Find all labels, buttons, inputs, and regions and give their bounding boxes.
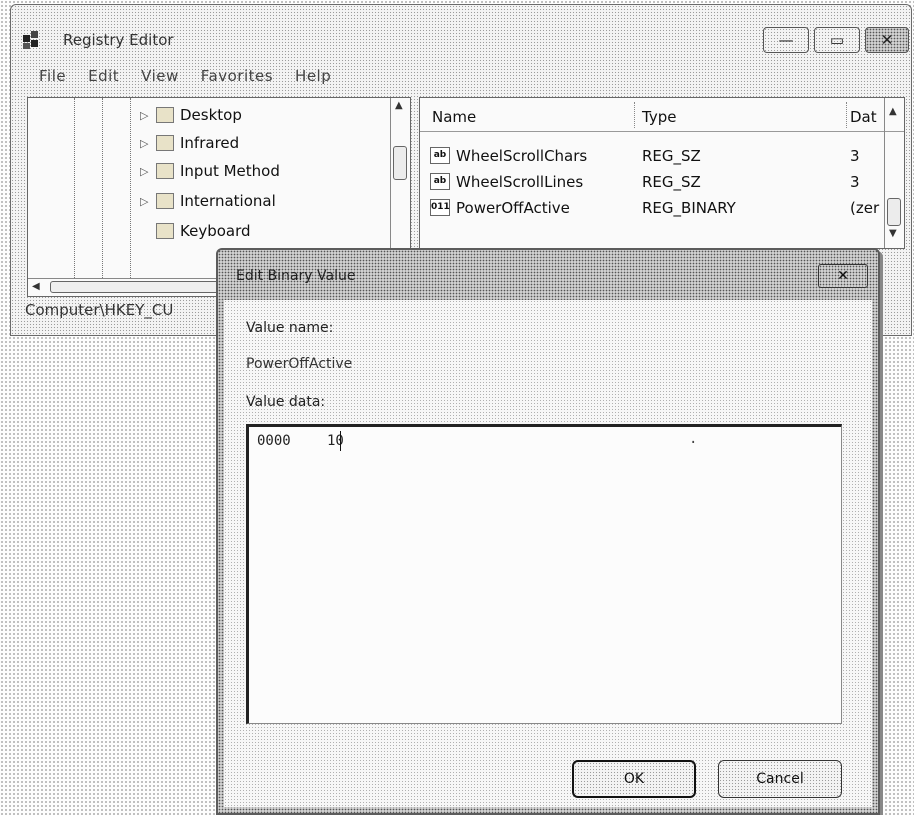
tree-item-label: Desktop xyxy=(180,106,242,124)
values-vertical-scrollbar[interactable]: ▲ ▼ xyxy=(884,98,904,248)
value-data-label: Value data: xyxy=(246,394,326,410)
maximize-icon: ▭ xyxy=(829,31,845,49)
dialog-title-bar[interactable]: Edit Binary Value ✕ xyxy=(218,250,878,298)
value-name: PowerOffActive xyxy=(456,199,570,217)
column-separator[interactable] xyxy=(846,102,847,128)
column-header-name[interactable]: Name xyxy=(432,108,476,126)
values-list-pane[interactable]: Name Type Dat ab WheelScrollChars REG_SZ… xyxy=(419,97,905,249)
tree-item-infrared[interactable]: ▷ Infrared xyxy=(140,132,239,154)
scroll-up-arrow-icon[interactable]: ▲ xyxy=(395,100,403,111)
minimize-icon: — xyxy=(778,31,794,49)
tree-guide-line xyxy=(74,98,75,278)
dialog-title: Edit Binary Value xyxy=(236,268,356,284)
menu-edit[interactable]: Edit xyxy=(88,67,119,85)
tree-guide-line xyxy=(102,98,103,278)
ascii-column: . xyxy=(689,431,698,447)
tree-item-label: Keyboard xyxy=(180,222,251,240)
folder-icon xyxy=(156,107,174,123)
expand-arrow-icon[interactable]: ▷ xyxy=(140,165,150,178)
scroll-thumb[interactable] xyxy=(887,198,901,226)
dialog-body: Value name: PowerOffActive Value data: 0… xyxy=(224,300,872,807)
scroll-up-arrow-icon[interactable]: ▲ xyxy=(889,106,897,117)
minimize-button[interactable]: — xyxy=(763,27,809,53)
tree-item-label: International xyxy=(180,192,276,210)
ok-button[interactable]: OK xyxy=(572,760,696,798)
menu-bar: File Edit View Favorites Help xyxy=(39,67,331,85)
menu-file[interactable]: File xyxy=(39,67,66,85)
dialog-close-button[interactable]: ✕ xyxy=(818,264,868,288)
column-header-type[interactable]: Type xyxy=(642,108,676,126)
close-button[interactable]: ✕ xyxy=(865,27,909,53)
maximize-button[interactable]: ▭ xyxy=(814,27,860,53)
menu-help[interactable]: Help xyxy=(295,67,331,85)
menu-view[interactable]: View xyxy=(141,67,179,85)
value-type: REG_BINARY xyxy=(642,199,736,217)
cancel-button[interactable]: Cancel xyxy=(718,760,842,798)
folder-icon xyxy=(156,193,174,209)
tree-item-international[interactable]: ▷ International xyxy=(140,190,276,212)
value-type: REG_SZ xyxy=(642,147,701,165)
menu-favorites[interactable]: Favorites xyxy=(201,67,273,85)
expand-arrow-icon[interactable]: ▷ xyxy=(140,109,150,122)
value-row[interactable]: ab WheelScrollLines REG_SZ 3 xyxy=(420,170,882,194)
folder-icon xyxy=(156,163,174,179)
close-icon: ✕ xyxy=(880,31,894,49)
string-value-icon: ab xyxy=(430,147,450,164)
scroll-thumb[interactable] xyxy=(50,281,220,293)
tree-item-input-method[interactable]: ▷ Input Method xyxy=(140,160,280,182)
string-value-icon: ab xyxy=(430,173,450,190)
hex-offset: 0000 xyxy=(257,433,291,449)
hex-bytes[interactable]: 10 xyxy=(327,433,344,449)
edit-binary-value-dialog: Edit Binary Value ✕ Value name: PowerOff… xyxy=(216,248,880,815)
tree-item-desktop[interactable]: ▷ Desktop xyxy=(140,104,242,126)
tree-guide-line xyxy=(130,98,131,278)
value-row-selected[interactable]: 011 PowerOffActive REG_BINARY (zer xyxy=(420,196,882,220)
value-row[interactable]: ab WheelScrollChars REG_SZ 3 xyxy=(420,144,882,168)
value-name-label: Value name: xyxy=(246,320,334,336)
value-name: WheelScrollChars xyxy=(456,147,588,165)
tree-item-label: Infrared xyxy=(180,134,240,152)
scroll-down-arrow-icon[interactable]: ▼ xyxy=(889,228,897,239)
tree-item-label: Input Method xyxy=(180,162,280,180)
values-column-header: Name Type Dat xyxy=(420,98,904,132)
expand-arrow-icon[interactable]: ▷ xyxy=(140,195,150,208)
title-bar[interactable]: Registry Editor — ▭ ✕ xyxy=(11,5,911,57)
column-separator[interactable] xyxy=(634,102,635,128)
value-name: WheelScrollLines xyxy=(456,173,584,191)
value-data: 3 xyxy=(850,147,860,165)
value-name-field: PowerOffActive xyxy=(246,356,353,372)
tree-item-keyboard[interactable]: Keyboard xyxy=(140,220,251,242)
window-title: Registry Editor xyxy=(63,31,174,49)
value-data: 3 xyxy=(850,173,860,191)
close-icon: ✕ xyxy=(837,268,849,284)
column-header-data[interactable]: Dat xyxy=(850,108,877,126)
scroll-thumb[interactable] xyxy=(393,146,407,180)
folder-icon xyxy=(156,223,174,239)
text-caret xyxy=(340,431,341,451)
value-data: (zer xyxy=(850,199,880,217)
expand-arrow-icon[interactable]: ▷ xyxy=(140,137,150,150)
binary-value-icon: 011 xyxy=(430,199,450,216)
scroll-left-arrow-icon[interactable]: ◀ xyxy=(32,281,40,292)
value-type: REG_SZ xyxy=(642,173,701,191)
folder-icon xyxy=(156,135,174,151)
value-data-hex-editor[interactable]: 0000 10 . xyxy=(246,424,842,724)
status-bar-path: Computer\HKEY_CU xyxy=(25,301,174,319)
registry-editor-icon xyxy=(23,31,38,49)
